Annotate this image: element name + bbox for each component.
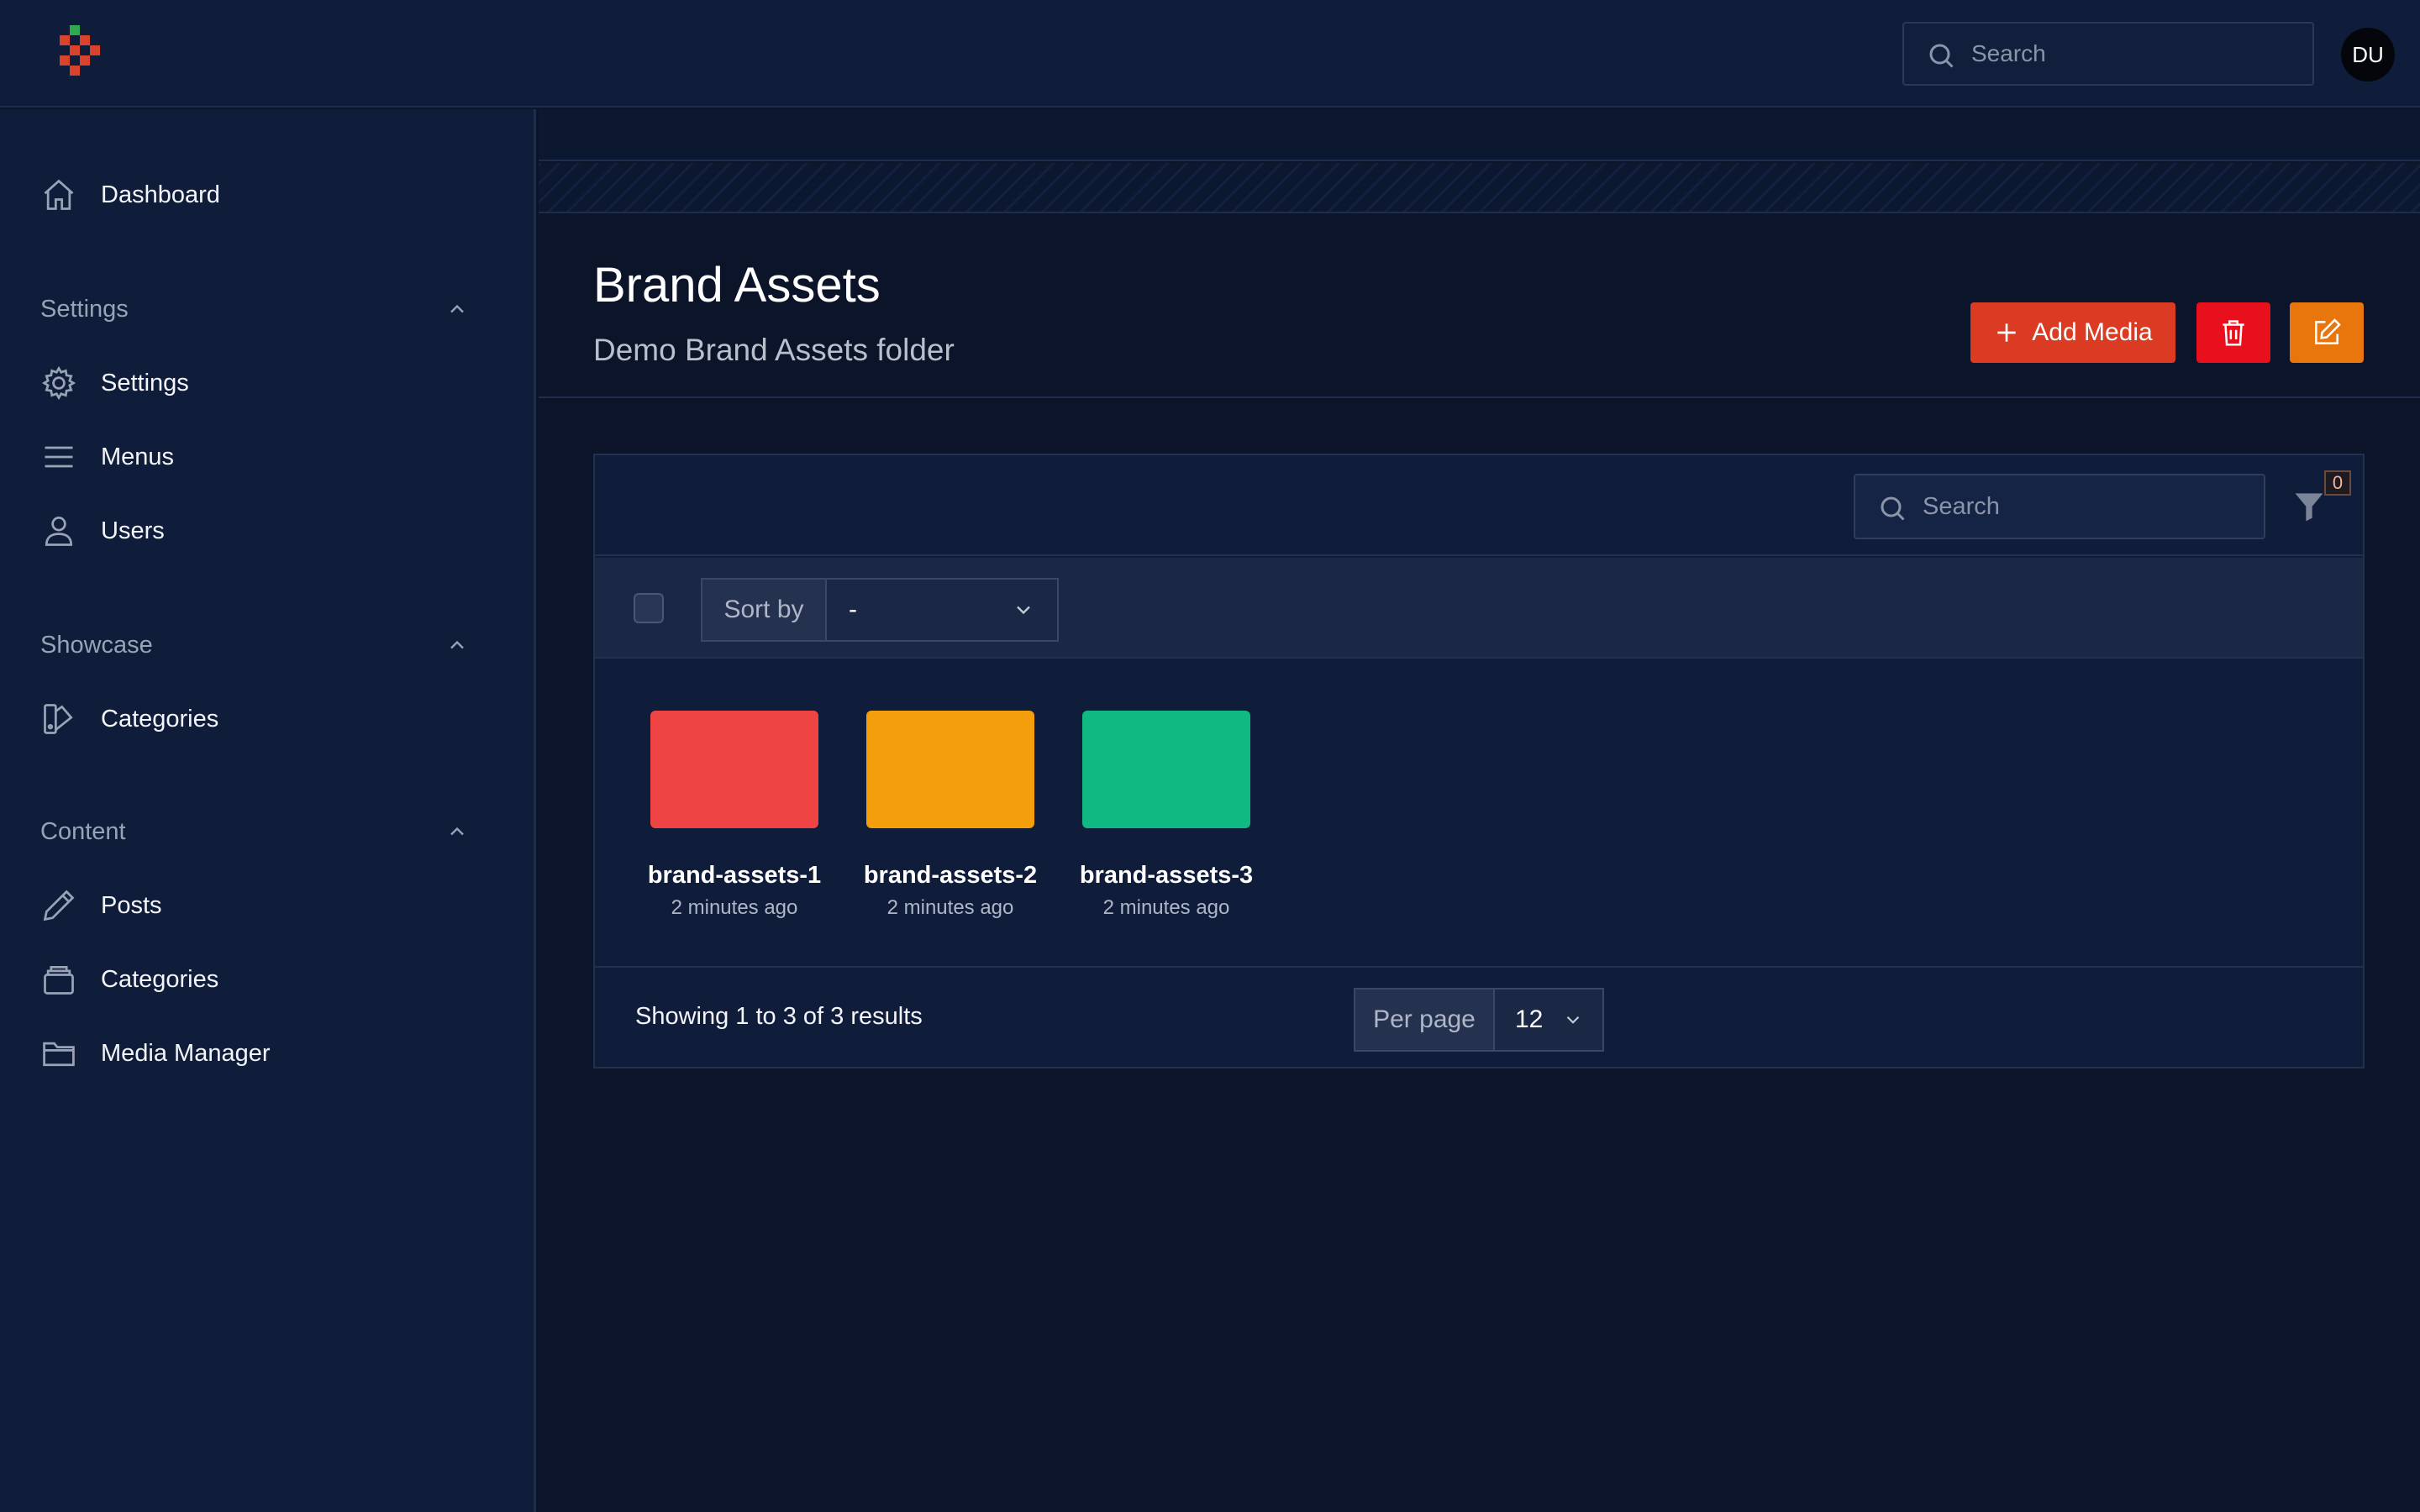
add-media-button[interactable]: Add Media (1970, 302, 2175, 363)
search-icon (1881, 496, 1905, 521)
sidebar-item-dashboard[interactable]: Dashboard (40, 170, 494, 220)
media-name: brand-assets-3 (1079, 862, 1254, 889)
per-page-label: Per page (1355, 990, 1495, 1050)
card-footer: Showing 1 to 3 of 3 results Per page 12 (595, 969, 2363, 1067)
media-search-input[interactable] (1923, 475, 2250, 538)
sidebar-item-showcase-categories[interactable]: Categories (40, 694, 494, 744)
folder-icon (43, 1042, 75, 1067)
sidebar-item-users[interactable]: Users (40, 506, 494, 556)
sidebar-item-label: Dashboard (101, 181, 220, 208)
sidebar-item-label: Posts (101, 891, 162, 919)
page-header: Brand Assets Demo Brand Assets folder Ad… (539, 215, 2420, 398)
sidebar: Dashboard Settings Settings Menus Users … (0, 109, 536, 1512)
card-header: 0 (595, 455, 2363, 556)
sidebar-item-label: Menus (101, 443, 175, 470)
menu-lines-icon (45, 446, 73, 468)
media-card: 0 Sort by - brand-assets-1 2 minutes ago… (593, 454, 2365, 1068)
sidebar-item-label: Categories (101, 965, 219, 993)
sidebar-group-label: Showcase (40, 631, 153, 659)
sidebar-group-settings[interactable]: Settings (40, 288, 469, 330)
global-search[interactable] (1902, 22, 2314, 86)
global-search-input[interactable] (1971, 24, 2299, 84)
sidebar-item-menus[interactable]: Menus (40, 432, 494, 482)
sort-select[interactable]: - (827, 580, 1057, 640)
chevron-down-icon (1566, 1016, 1580, 1024)
select-all-checkbox[interactable] (634, 593, 664, 623)
media-item[interactable]: brand-assets-3 2 minutes ago (1074, 711, 1259, 920)
media-thumbnail[interactable] (650, 711, 818, 828)
delete-folder-button[interactable] (2196, 302, 2270, 363)
swatch-icon (44, 704, 73, 734)
sidebar-item-label: Users (101, 517, 165, 544)
page-subtitle: Demo Brand Assets folder (593, 333, 955, 367)
chevron-up-icon (450, 640, 464, 649)
user-avatar[interactable]: DU (2341, 28, 2395, 81)
sidebar-item-label: Settings (101, 369, 189, 396)
media-toolbar: Sort by - (595, 558, 2363, 659)
sidebar-group-showcase[interactable]: Showcase (40, 624, 469, 666)
top-strip (539, 109, 2420, 161)
filter-count-badge: 0 (2324, 470, 2351, 496)
filter-icon[interactable] (2291, 486, 2328, 526)
chevron-up-icon (450, 304, 464, 313)
edit-folder-button[interactable] (2290, 302, 2364, 363)
sort-control: Sort by - (701, 578, 1059, 642)
media-time: 2 minutes ago (1102, 896, 1230, 919)
media-search[interactable] (1854, 474, 2265, 539)
sort-label: Sort by (702, 580, 827, 640)
plus-icon (1997, 323, 2016, 342)
search-icon (1929, 44, 1954, 68)
striped-banner (539, 163, 2420, 213)
sidebar-item-posts[interactable]: Posts (40, 880, 494, 931)
media-thumbnail[interactable] (1082, 711, 1250, 828)
sidebar-item-media-manager[interactable]: Media Manager (40, 1028, 494, 1079)
sort-value: - (849, 596, 857, 623)
per-page-control: Per page 12 (1354, 988, 1604, 1052)
main-content: Brand Assets Demo Brand Assets folder Ad… (539, 109, 2420, 1512)
stack-icon (44, 965, 74, 995)
chevron-up-icon (450, 827, 464, 836)
per-page-value: 12 (1515, 1005, 1544, 1033)
add-media-label: Add Media (2032, 318, 2153, 346)
sidebar-item-content-categories[interactable]: Categories (40, 954, 494, 1005)
media-grid: brand-assets-1 2 minutes ago brand-asset… (595, 660, 2363, 968)
media-time: 2 minutes ago (886, 896, 1014, 919)
edit-icon (2315, 318, 2341, 344)
sidebar-item-settings[interactable]: Settings (40, 358, 494, 408)
sidebar-item-label: Media Manager (101, 1039, 271, 1067)
media-item[interactable]: brand-assets-1 2 minutes ago (642, 711, 827, 920)
sidebar-group-label: Content (40, 817, 126, 845)
media-name: brand-assets-1 (647, 862, 822, 889)
media-name: brand-assets-2 (863, 862, 1038, 889)
home-icon (44, 179, 74, 210)
results-summary: Showing 1 to 3 of 3 results (635, 1003, 923, 1030)
top-bar: DU (0, 0, 2420, 108)
media-time: 2 minutes ago (671, 896, 798, 919)
pencil-icon (43, 890, 75, 921)
brand-logo-icon[interactable] (55, 25, 106, 82)
trash-icon (2223, 320, 2244, 346)
sidebar-item-label: Categories (101, 705, 219, 732)
media-thumbnail[interactable] (866, 711, 1034, 828)
sidebar-group-content[interactable]: Content (40, 811, 469, 853)
page-title: Brand Assets (593, 258, 881, 312)
media-item[interactable]: brand-assets-2 2 minutes ago (858, 711, 1043, 920)
gear-icon (41, 365, 76, 401)
sidebar-group-label: Settings (40, 295, 129, 323)
user-icon (45, 517, 73, 546)
per-page-select[interactable]: 12 (1495, 990, 1602, 1050)
chevron-down-icon (1017, 606, 1030, 615)
